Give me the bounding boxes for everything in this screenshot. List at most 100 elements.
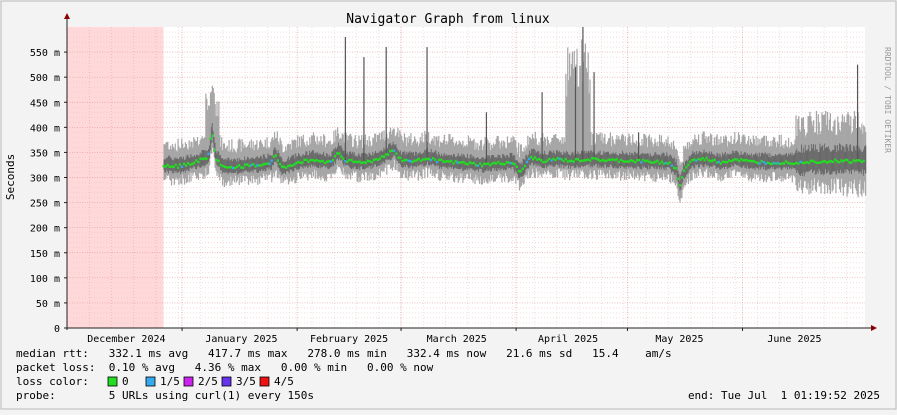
median-marker	[350, 158, 353, 162]
median-marker	[695, 159, 698, 162]
y-tick-label: 200 m	[30, 224, 60, 235]
median-marker	[589, 159, 592, 162]
median-marker	[605, 159, 608, 162]
median-marker	[640, 161, 643, 164]
median-marker	[485, 162, 488, 166]
median-marker	[244, 163, 247, 166]
median-marker	[570, 159, 573, 163]
median-marker	[333, 154, 337, 158]
median-marker	[376, 158, 380, 161]
median-marker	[625, 160, 629, 163]
median-marker	[278, 162, 282, 166]
median-marker	[258, 164, 261, 167]
median-marker	[397, 156, 400, 159]
median-marker	[707, 159, 710, 162]
x-tick-label: April 2025	[538, 334, 598, 345]
median-marker	[331, 158, 335, 162]
median-marker	[856, 159, 859, 162]
median-marker	[593, 157, 596, 160]
median-marker	[501, 162, 504, 166]
median-marker	[385, 153, 388, 156]
median-marker	[758, 162, 761, 165]
median-marker	[511, 162, 514, 165]
median-marker	[531, 157, 535, 161]
median-marker	[448, 160, 451, 163]
median-marker	[252, 162, 255, 166]
median-marker	[638, 158, 641, 162]
median-marker	[662, 162, 665, 165]
median-marker	[764, 162, 767, 165]
median-marker	[742, 159, 745, 162]
median-marker	[652, 161, 655, 164]
legend-swatch	[259, 376, 270, 387]
median-marker	[529, 155, 533, 159]
median-marker	[862, 159, 865, 163]
y-tick-label: 0	[54, 324, 60, 335]
median-marker	[419, 159, 422, 163]
median-marker	[193, 161, 196, 165]
median-marker	[513, 163, 516, 166]
median-marker	[587, 158, 590, 161]
median-marker	[401, 159, 404, 163]
median-marker	[225, 166, 228, 169]
median-marker	[450, 159, 453, 163]
median-marker	[576, 158, 580, 161]
median-marker	[246, 163, 249, 166]
median-marker	[648, 160, 651, 164]
median-marker	[250, 163, 253, 167]
median-marker	[452, 162, 455, 165]
median-marker	[756, 161, 759, 165]
median-marker	[238, 164, 241, 167]
median-marker	[217, 159, 220, 163]
median-marker	[523, 164, 527, 168]
median-marker	[270, 159, 273, 162]
median-marker	[705, 156, 708, 160]
median-marker	[374, 158, 378, 161]
median-marker	[517, 170, 520, 173]
median-marker	[189, 163, 192, 166]
median-marker	[760, 159, 763, 163]
median-marker	[366, 159, 369, 163]
median-marker	[509, 161, 512, 165]
median-marker	[421, 158, 424, 161]
median-marker	[380, 155, 384, 158]
median-marker	[474, 163, 478, 167]
median-marker	[307, 160, 310, 164]
median-marker	[319, 160, 322, 163]
median-marker	[838, 161, 841, 164]
median-marker	[548, 157, 551, 161]
median-marker	[627, 160, 631, 163]
median-marker	[174, 163, 177, 166]
median-marker	[834, 158, 837, 161]
median-marker	[850, 161, 853, 164]
median-marker	[272, 155, 275, 158]
median-marker	[693, 158, 696, 161]
median-marker	[460, 161, 463, 164]
legend-label: 0	[122, 375, 129, 388]
median-marker	[807, 161, 810, 165]
median-marker	[664, 161, 667, 165]
median-marker	[723, 160, 727, 164]
median-marker	[801, 161, 804, 165]
x-tick-label: February 2025	[310, 334, 388, 345]
median-marker	[276, 159, 280, 162]
median-marker	[748, 159, 751, 163]
median-marker	[342, 157, 345, 160]
median-marker	[725, 161, 729, 164]
median-marker	[719, 162, 723, 165]
median-marker	[378, 157, 382, 160]
median-marker	[164, 165, 167, 168]
median-marker	[289, 164, 292, 167]
median-marker	[752, 159, 755, 163]
median-marker	[266, 162, 269, 165]
median-marker	[487, 162, 490, 165]
median-marker	[842, 160, 845, 163]
median-marker	[309, 158, 312, 162]
median-marker	[454, 160, 457, 163]
median-marker	[740, 158, 743, 161]
median-marker	[393, 149, 396, 152]
median-marker	[495, 162, 498, 165]
median-marker	[636, 158, 639, 162]
median-marker	[503, 163, 506, 166]
median-marker	[817, 161, 820, 165]
